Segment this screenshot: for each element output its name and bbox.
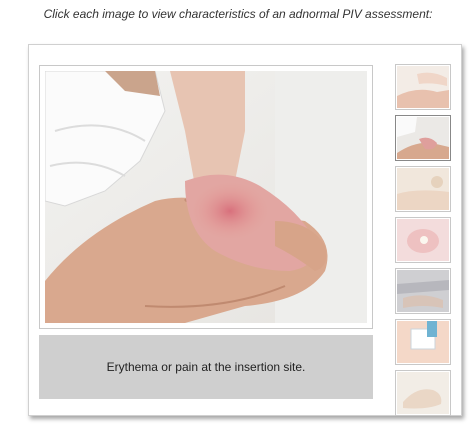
thumbnail-1-arm-photo [397, 66, 449, 108]
thumbnail-4-drainage-photo [397, 219, 449, 261]
thumbnail-5[interactable] [395, 268, 451, 314]
thumbnail-7[interactable] [395, 370, 451, 416]
arm-erythema-photo [45, 71, 367, 323]
thumbnail-3[interactable] [395, 166, 451, 212]
thumbnail-5-photo [397, 270, 449, 312]
thumbnail-4[interactable] [395, 217, 451, 263]
thumbnail-6[interactable] [395, 319, 451, 365]
thumbnail-3-photo [397, 168, 449, 210]
image-caption: Erythema or pain at the insertion site. [39, 335, 373, 399]
instruction-text: Click each image to view characteristics… [43, 7, 433, 21]
thumbnail-7-photo [397, 372, 449, 414]
thumbnail-strip [395, 64, 451, 421]
image-gallery-panel: Erythema or pain at the insertion site. [28, 44, 462, 416]
main-image-frame [39, 65, 373, 329]
thumbnail-2-erythema-photo [397, 117, 449, 159]
thumbnail-1[interactable] [395, 64, 451, 110]
thumbnail-2[interactable] [395, 115, 451, 161]
thumbnail-6-dressing-photo [397, 321, 449, 363]
